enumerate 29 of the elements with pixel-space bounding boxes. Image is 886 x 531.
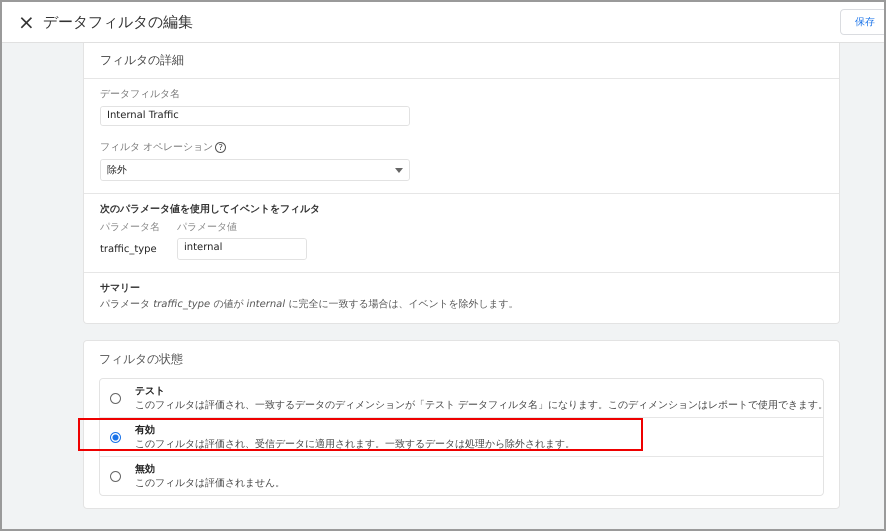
column-header: パラメータ名 [100,221,161,234]
section-heading: 次のパラメータ値を使用してイベントをフィルタ [100,202,321,216]
dropdown-caret-icon [395,168,403,172]
option-title: 有効 [135,424,156,437]
field-label: フィルタ オペレーション [100,141,214,154]
field-label: データフィルタ名 [100,88,181,101]
parameter-name: traffic_type [100,244,158,254]
section-heading: サマリー [100,282,141,295]
close-icon[interactable]: × [18,10,35,34]
option-title: テスト [135,385,166,398]
radio-button[interactable] [110,432,121,442]
status-option-row[interactable]: テスト このフィルタは評価され、一致するデータのディメンションが「テスト データフィルタ名」になります。このディメンションはレポートで使用できます。 [100,379,823,417]
parameter-value-field[interactable]: internal [177,238,307,260]
section-heading: フィルタの詳細 [84,43,839,79]
window-title: データフィルタの編集 [42,12,193,32]
help-icon[interactable]: ? [215,142,226,152]
section-heading: フィルタの状態 [99,351,184,368]
save-button[interactable]: 保存 [840,9,884,35]
option-description: このフィルタは評価され、受信データに適用されます。一致するデータは処理から除外されます。 [135,438,575,451]
summary-text: パラメータ traffic_type の値が internal に完全に一致する場合は、イベントを除外します。 [100,298,520,311]
status-option-row[interactable]: 無効 このフィルタは評価されません。 [100,457,823,495]
radio-button[interactable] [110,470,121,482]
radio-button[interactable] [110,392,121,404]
status-option-row[interactable]: 有効 このフィルタは評価され、受信データに適用されます。一致するデータは処理から除外されます。 [100,418,823,456]
operation-dropdown[interactable]: 除外 [100,159,410,181]
option-title: 無効 [135,462,156,476]
column-header: パラメータ値 [177,221,238,234]
option-description: このフィルタは評価されません。 [135,476,285,490]
name-input-field[interactable]: Internal Traffic [100,106,410,126]
